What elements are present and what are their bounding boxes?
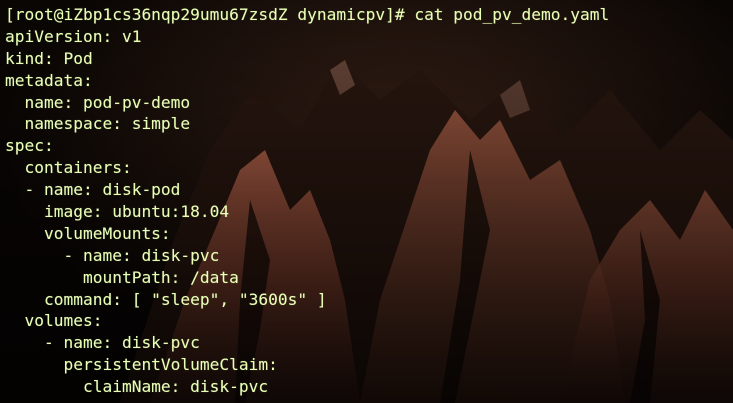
yaml-line: containers: <box>5 158 132 178</box>
terminal-output[interactable]: [root@iZbp1cs36nqp29umu67zsdZ dynamicpv]… <box>5 4 733 403</box>
yaml-line: - name: disk-pvc <box>5 333 200 353</box>
yaml-line: - name: disk-pvc <box>5 245 220 265</box>
yaml-line: mountPath: /data <box>5 267 239 287</box>
yaml-line: persistentVolumeClaim: <box>5 355 278 375</box>
yaml-line: claimName: disk-pvc <box>5 377 269 397</box>
yaml-line: metadata: <box>5 70 93 90</box>
command-prompt-line: [root@iZbp1cs36nqp29umu67zsdZ dynamicpv]… <box>5 5 610 24</box>
yaml-line: kind: Pod <box>5 48 93 68</box>
yaml-line: namespace: simple <box>5 114 191 134</box>
yaml-line: apiVersion: v1 <box>5 26 142 46</box>
yaml-line: image: ubuntu:18.04 <box>5 202 230 222</box>
yaml-line: command: [ "sleep", "3600s" ] <box>5 289 327 309</box>
yaml-line: volumes: <box>5 311 103 331</box>
yaml-line: - name: disk-pod <box>5 180 181 200</box>
terminal-window[interactable]: [root@iZbp1cs36nqp29umu67zsdZ dynamicpv]… <box>0 0 733 403</box>
yaml-line: name: pod-pv-demo <box>5 92 191 112</box>
yaml-line: volumeMounts: <box>5 223 171 243</box>
yaml-line: spec: <box>5 136 54 156</box>
